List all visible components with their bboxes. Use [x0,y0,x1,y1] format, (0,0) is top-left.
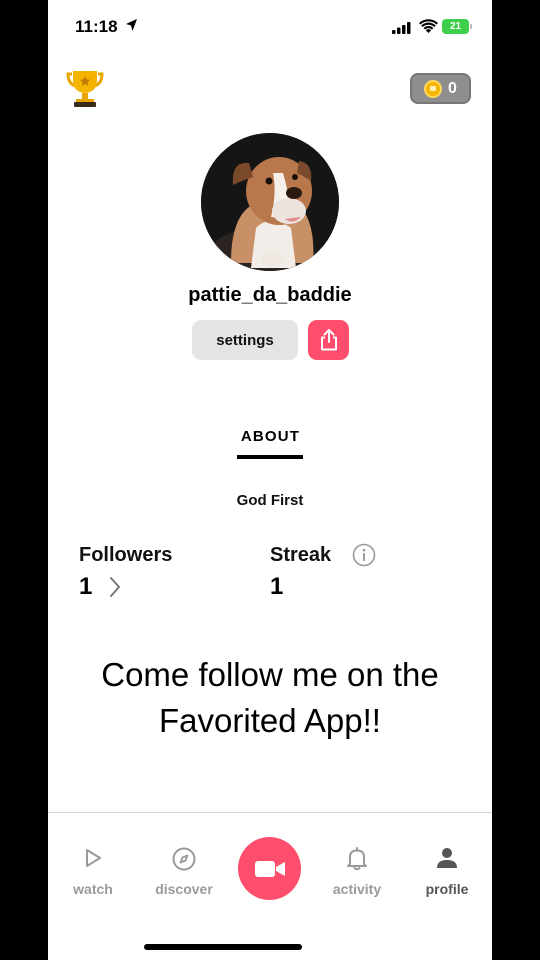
wifi-icon [419,19,438,33]
coin-count: 0 [448,79,457,97]
streak-label: Streak [270,544,332,566]
followers-count[interactable]: 1 [79,573,92,601]
followers-label[interactable]: Followers [79,544,172,567]
record-video-button[interactable] [238,837,301,900]
home-indicator[interactable] [144,944,302,950]
promo-line-1: Come follow me on the [101,656,439,693]
tab-profile-label: profile [425,881,469,897]
coin-icon [424,79,443,98]
tab-about[interactable]: ABOUT [238,428,303,445]
person-icon [437,848,457,868]
promo-line-2: Favorited App!! [159,702,381,739]
streak-count: 1 [270,573,284,600]
bell-icon [347,847,367,871]
dog-photo [201,133,339,271]
share-button[interactable] [308,320,349,360]
bio-text: God First [236,492,304,509]
info-icon[interactable] [352,543,376,567]
share-icon [320,329,337,351]
battery-level: 21 [449,21,462,32]
promo-caption: Come follow me on the Favorited App!! [48,652,492,744]
chevron-right-icon[interactable] [108,576,122,598]
compass-icon [172,847,196,871]
trophy-icon[interactable] [66,68,104,108]
bottom-tab-bar: watch discover activity profile [48,812,492,960]
tab-discover-label: discover [155,881,213,897]
avatar[interactable] [201,133,339,271]
username: pattie_da_baddie [188,284,352,306]
profile-screen: 11:18 21 0 pattie_da_baddie settings ABO… [48,0,492,960]
tab-activity-label: activity [332,881,382,897]
settings-button[interactable]: settings [192,320,298,360]
cellular-signal-icon [392,22,411,34]
tab-watch-label: watch [73,881,113,897]
location-arrow-icon [126,19,137,31]
video-camera-icon [254,860,285,877]
coin-balance[interactable]: 0 [410,73,471,104]
play-icon [86,849,101,867]
about-tab-underline [237,455,303,459]
status-time: 11:18 [75,17,118,36]
battery-indicator: 21 [442,19,472,34]
status-bar: 11:18 21 [48,0,492,56]
